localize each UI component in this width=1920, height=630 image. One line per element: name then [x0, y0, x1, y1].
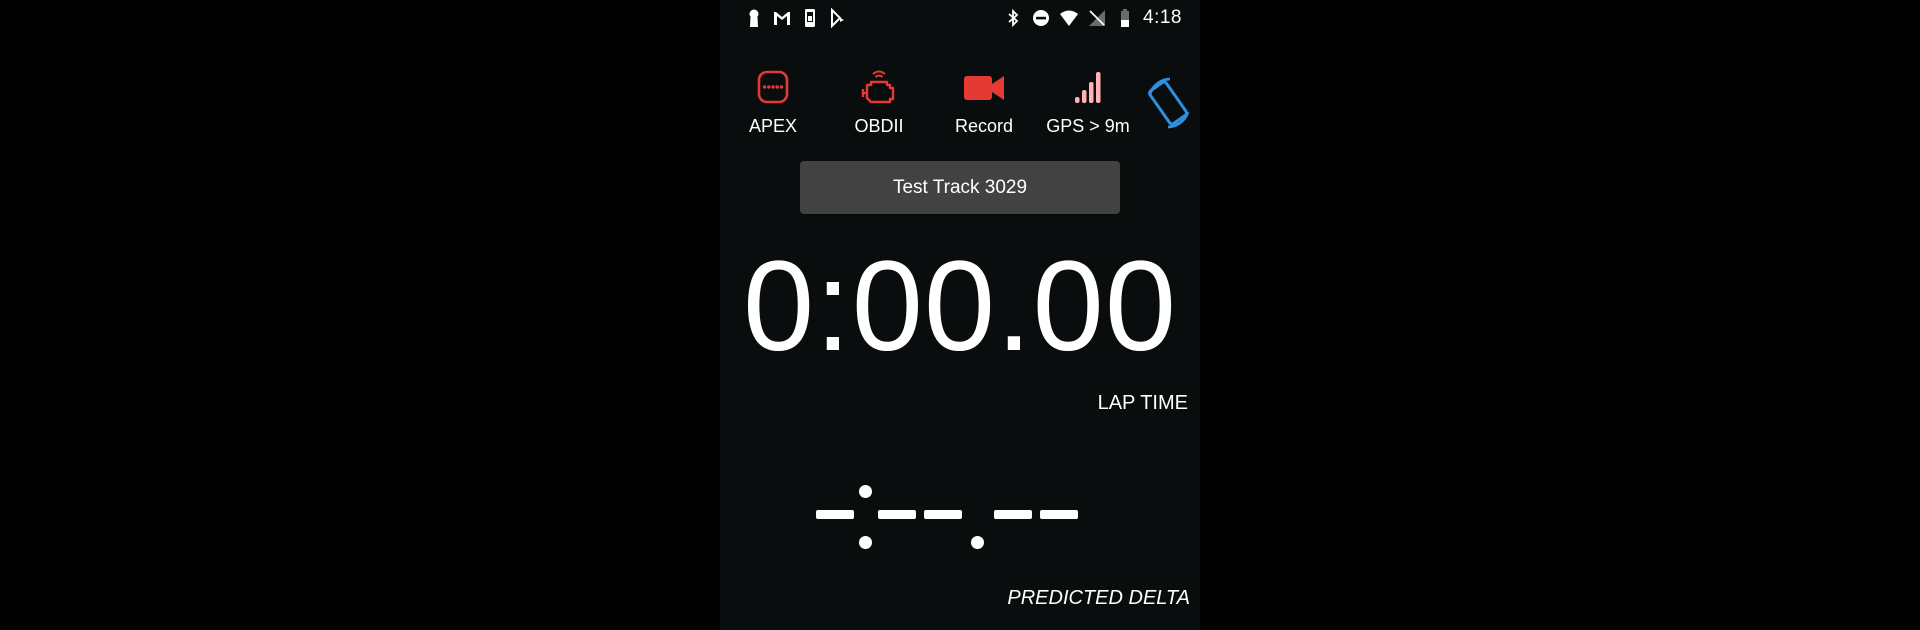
- battery-icon: [1121, 9, 1130, 27]
- record-button[interactable]: Record: [934, 66, 1034, 146]
- apex-button[interactable]: APEX: [723, 66, 823, 146]
- delta-dash: [816, 510, 854, 519]
- play-store-icon: [831, 8, 844, 28]
- wifi-icon: [1060, 10, 1079, 26]
- status-bar: 4:18: [720, 0, 1200, 36]
- obdii-label: OBDII: [854, 116, 904, 136]
- apex-dots-icon: [757, 70, 789, 104]
- status-left-icons: [744, 6, 848, 30]
- no-signal-icon: [1089, 10, 1106, 26]
- track-select-button[interactable]: Test Track 3029: [800, 161, 1120, 214]
- record-label: Record: [954, 116, 1014, 136]
- keyhole-icon: [749, 9, 759, 27]
- video-camera-icon: [964, 76, 1004, 100]
- gps-button[interactable]: GPS > 9m: [1038, 66, 1138, 146]
- gps-label: GPS > 9m: [1046, 116, 1130, 136]
- lap-time-label: LAP TIME: [1097, 392, 1188, 414]
- delta-dash: [994, 510, 1032, 519]
- do-not-disturb-icon: [1033, 10, 1050, 26]
- apex-label: APEX: [748, 116, 798, 136]
- lap-time-display: 0:00.00: [742, 235, 1178, 378]
- delta-decimal-point: [971, 536, 984, 549]
- delta-colon-bottom: [859, 536, 872, 549]
- delta-dash: [1040, 510, 1078, 519]
- gmail-icon: [774, 12, 790, 25]
- delta-dash: [878, 510, 916, 519]
- screen: 4:18 APEX OBDII Record GPS > 9m Test Tra…: [0, 0, 1920, 630]
- obdii-button[interactable]: OBDII: [829, 66, 929, 146]
- bluetooth-icon: [1008, 8, 1019, 28]
- sensor-toolbar: APEX OBDII Record GPS > 9m: [720, 66, 1200, 146]
- delta-colon-top: [859, 485, 872, 498]
- phone-device-icon: [805, 9, 815, 27]
- predicted-delta-display: [816, 484, 1116, 554]
- engine-icon: [861, 70, 895, 104]
- status-time: 4:18: [1143, 7, 1182, 28]
- app-window: 4:18 APEX OBDII Record GPS > 9m Test Tra…: [720, 0, 1200, 630]
- signal-bars-icon: [1075, 72, 1101, 103]
- status-right-icons: 4:18: [1003, 6, 1182, 30]
- screen-rotate-icon[interactable]: [1144, 74, 1194, 134]
- delta-dash: [924, 510, 962, 519]
- predicted-delta-label: PREDICTED DELTA: [1007, 587, 1190, 609]
